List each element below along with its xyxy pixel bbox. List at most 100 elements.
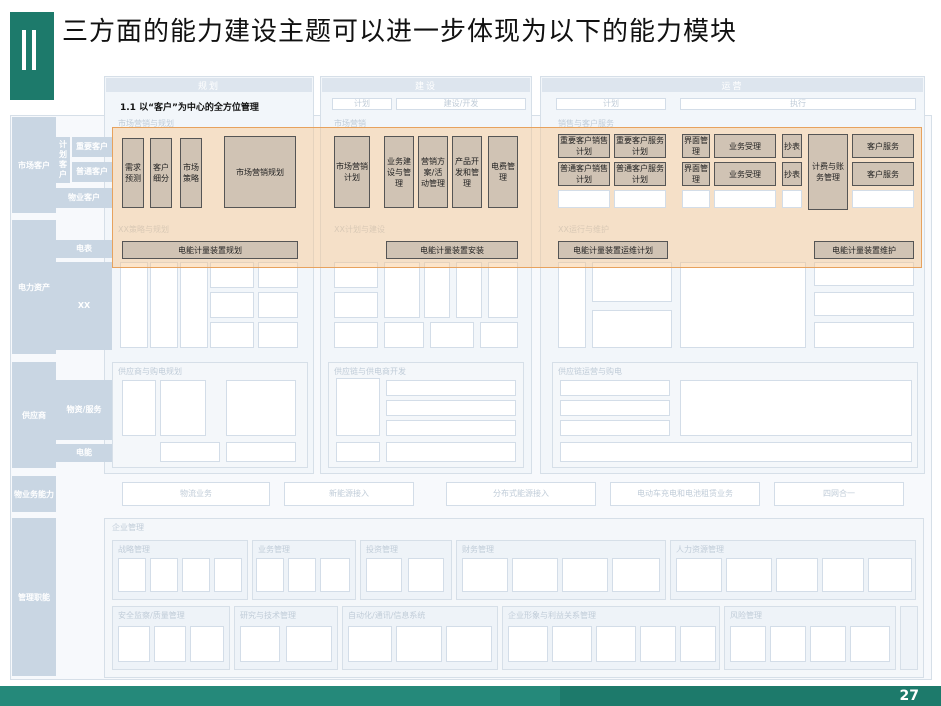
mgmt-box-17 bbox=[822, 558, 864, 592]
ghost-supplier-ops: 供应链运营与购电 bbox=[558, 367, 622, 376]
interface-mgmt-ghost bbox=[682, 190, 710, 208]
ghost-ops-c bbox=[592, 310, 672, 348]
mgmt-box-14 bbox=[676, 558, 722, 592]
logistics-box-2: 新能源接入 bbox=[284, 482, 414, 506]
column-header-ops: 运营 bbox=[542, 78, 923, 92]
meter-installation-box: 电能计量装置安装 bbox=[386, 241, 518, 259]
mgmt-box-6 bbox=[288, 558, 316, 592]
mgmt-box-23 bbox=[286, 626, 332, 662]
sub-label-plan-customer: 计划客户 bbox=[56, 137, 70, 183]
mgmt-box-22 bbox=[240, 626, 280, 662]
customer-segmentation-box: 客户细分 bbox=[150, 138, 172, 208]
ghost-build-g bbox=[488, 262, 518, 318]
ghost-ops-a bbox=[558, 262, 586, 348]
ghost-research: 研究与技术管理 bbox=[240, 611, 296, 620]
ghost-sup-c bbox=[226, 380, 296, 436]
mgmt-box-35 bbox=[850, 626, 890, 662]
normal-sales-plan-box: 普通客户销售计划 bbox=[558, 162, 610, 186]
business-accept-ghost bbox=[714, 190, 776, 208]
mgmt-box-26 bbox=[446, 626, 492, 662]
sub-label-xx: XX bbox=[56, 262, 112, 350]
product-development-box: 产品开发和管理 bbox=[452, 136, 482, 208]
sub-label-supply-service: 物资/服务 bbox=[56, 380, 112, 440]
ghost-build-e bbox=[424, 262, 450, 318]
sub-label-property-customer: 物业客户 bbox=[56, 188, 112, 208]
mgmt-box-10 bbox=[462, 558, 508, 592]
ghost-sup-m bbox=[560, 400, 670, 416]
footer-bar: 27 bbox=[0, 686, 941, 706]
ghost-plan-h bbox=[210, 322, 254, 348]
mgmt-extra bbox=[900, 606, 918, 670]
ghost-sup-d bbox=[160, 442, 220, 462]
ghost-sup-o bbox=[680, 380, 912, 436]
ghost-build-f bbox=[456, 262, 482, 318]
ghost-plan-b bbox=[150, 262, 178, 348]
meter-planning-box: 电能计量装置规划 bbox=[122, 241, 298, 259]
customer-service-box-2: 客户服务 bbox=[852, 162, 914, 186]
ghost-strategy: 战略管理 bbox=[118, 545, 150, 554]
logistics-box-5: 四网合一 bbox=[774, 482, 904, 506]
business-accept-box-1: 业务受理 bbox=[714, 134, 776, 158]
mgmt-box-8 bbox=[366, 558, 402, 592]
side-label-logistics: 物业务能力 bbox=[12, 476, 56, 512]
ghost-invest: 投资管理 bbox=[366, 545, 398, 554]
mgmt-box-12 bbox=[562, 558, 608, 592]
ghost-safety: 安全监察/质量管理 bbox=[118, 611, 185, 620]
property-service-plan-ghost bbox=[614, 190, 666, 208]
mgmt-box-20 bbox=[154, 626, 186, 662]
highlight-label: 1.1 以“客户”为中心的全方位管理 bbox=[120, 103, 259, 113]
mgmt-box-34 bbox=[810, 626, 846, 662]
side-label-supplier: 供应商 bbox=[12, 362, 56, 468]
ghost-sup-h bbox=[386, 400, 516, 416]
mgmt-box-15 bbox=[726, 558, 772, 592]
meter-ops-plan-box: 电能计量装置运维计划 bbox=[558, 241, 668, 259]
mgmt-box-33 bbox=[770, 626, 806, 662]
ghost-ops-g bbox=[814, 322, 914, 348]
property-sales-plan-ghost bbox=[558, 190, 610, 208]
ghost-sup-f bbox=[336, 378, 380, 436]
sub-header-build-dev: 建设/开发 bbox=[396, 98, 526, 110]
ghost-it: 自动化/通讯/信息系统 bbox=[348, 611, 426, 620]
mgmt-box-2 bbox=[150, 558, 178, 592]
mgmt-box-11 bbox=[512, 558, 558, 592]
side-label-management: 管理职能 bbox=[12, 518, 56, 676]
page-title: 三方面的能力建设主题可以进一步体现为以下的能力模块 bbox=[62, 17, 738, 47]
mgmt-box-18 bbox=[868, 558, 912, 592]
mgmt-box-9 bbox=[408, 558, 444, 592]
ghost-risk: 风险管理 bbox=[730, 611, 762, 620]
mgmt-box-32 bbox=[730, 626, 766, 662]
mgmt-box-4 bbox=[214, 558, 242, 592]
important-service-plan-box: 重要客户服务计划 bbox=[614, 134, 666, 158]
ghost-brand: 企业形象与利益关系管理 bbox=[508, 611, 596, 620]
sub-label-important-customer: 重要客户 bbox=[72, 137, 112, 157]
side-label-market: 市场客户 bbox=[12, 117, 56, 213]
interface-mgmt-box-2: 界面管理 bbox=[682, 162, 710, 186]
sub-header-ops-plan: 计划 bbox=[556, 98, 666, 110]
side-label-asset: 电力资产 bbox=[12, 220, 56, 354]
important-sales-plan-box: 重要客户销售计划 bbox=[558, 134, 610, 158]
ghost-build-j bbox=[480, 322, 518, 348]
mgmt-box-13 bbox=[612, 558, 660, 592]
meter-reading-box-1: 抄表 bbox=[782, 134, 802, 158]
business-construction-box: 业务建设与管理 bbox=[384, 136, 414, 208]
business-accept-box-2: 业务受理 bbox=[714, 162, 776, 186]
ghost-supplier-plan: 供应商与购电规划 bbox=[118, 367, 182, 376]
logistics-box-4: 电动车充电和电池租赁业务 bbox=[610, 482, 760, 506]
ghost-build-h bbox=[384, 322, 424, 348]
mgmt-box-25 bbox=[396, 626, 442, 662]
page-number: 27 bbox=[899, 688, 919, 704]
column-header-plan: 规划 bbox=[106, 78, 312, 92]
marketing-campaign-box: 营销方案/活动管理 bbox=[418, 136, 448, 208]
interface-mgmt-box-1: 界面管理 bbox=[682, 134, 710, 158]
mgmt-box-3 bbox=[182, 558, 210, 592]
ghost-sup-e bbox=[226, 442, 296, 462]
mgmt-box-16 bbox=[776, 558, 818, 592]
ghost-sup-a bbox=[122, 380, 156, 436]
ghost-plan-g bbox=[258, 292, 298, 318]
section-marker bbox=[10, 12, 54, 100]
ghost-plan-c bbox=[180, 262, 208, 348]
ghost-ops-f bbox=[814, 292, 914, 316]
mgmt-box-1 bbox=[118, 558, 146, 592]
mgmt-box-5 bbox=[256, 558, 284, 592]
ghost-ops-d bbox=[680, 262, 806, 348]
